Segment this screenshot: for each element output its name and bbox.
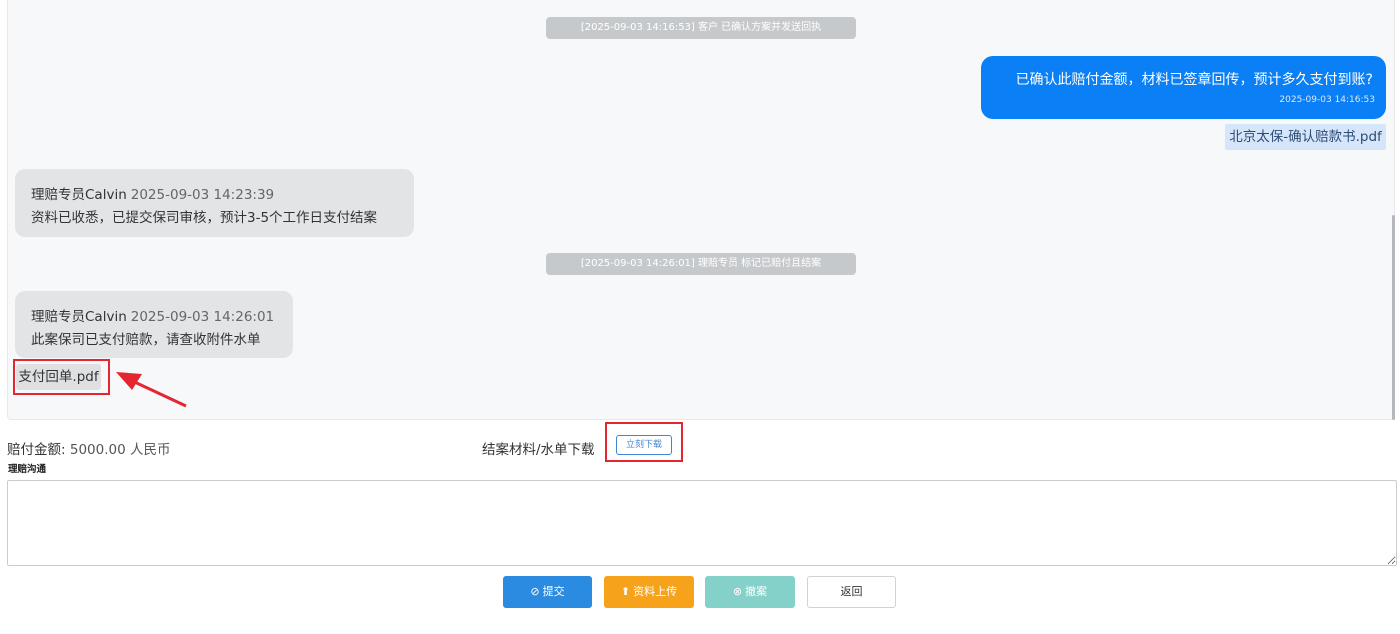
annotation-arrow <box>116 372 187 408</box>
amount-value: 5000.00 人民币 <box>69 442 171 458</box>
amount-row: 赔付金额: 5000.00 人民币 <box>7 438 170 458</box>
download-label: 结案材料/水单下载 <box>482 442 595 458</box>
agent-message-time: 2025-09-03 14:26:01 <box>130 309 275 325</box>
submit-button[interactable]: ⊘ 提交 <box>503 576 592 608</box>
communication-label: 理赔沟通 <box>8 464 47 475</box>
arrow-head <box>116 372 142 390</box>
customer-attachment-link[interactable]: 北京太保-确认赔款书.pdf <box>1225 124 1386 150</box>
agent-message-bubble: 理赔专员Calvin 2025-09-03 14:26:01 此案保司已支付赔款，… <box>15 291 293 358</box>
agent-sender: 理赔专员Calvin <box>31 309 127 325</box>
agent-message-header: 理赔专员Calvin 2025-09-03 14:23:39 <box>31 183 274 203</box>
highlight-box <box>13 359 110 395</box>
amount-label: 赔付金额: <box>7 442 66 458</box>
close-case-label: 撤案 <box>745 585 768 598</box>
back-button[interactable]: 返回 <box>807 576 896 608</box>
chat-scrollbar[interactable] <box>1392 215 1395 420</box>
agent-message-time: 2025-09-03 14:23:39 <box>130 187 275 203</box>
agent-message-header: 理赔专员Calvin 2025-09-03 14:26:01 <box>31 305 274 325</box>
submit-label: 提交 <box>542 585 565 598</box>
upload-button[interactable]: ⬆ 资料上传 <box>604 576 694 608</box>
customer-message-time: 2025-09-03 14:16:53 <box>1279 95 1375 105</box>
customer-message-text: 已确认此赔付金额，材料已签章回传，预计多久支付到账? <box>1015 72 1373 88</box>
check-circle-icon: ⊘ <box>530 585 540 598</box>
upload-icon: ⬆ <box>620 585 631 598</box>
upload-label: 资料上传 <box>633 585 678 598</box>
communication-input[interactable] <box>7 480 1397 566</box>
agent-sender: 理赔专员Calvin <box>31 187 127 203</box>
agent-message-text: 资料已收悉，已提交保司审核，预计3-5个工作日支付结案 <box>31 210 378 226</box>
close-case-button[interactable]: ⊗ 撤案 <box>705 576 795 608</box>
agent-message-bubble: 理赔专员Calvin 2025-09-03 14:23:39 资料已收悉，已提交保… <box>15 169 414 237</box>
highlight-box <box>605 422 683 462</box>
system-message: [2025-09-03 14:26:01] 理赔专员 标记已赔付且结案 <box>546 253 856 275</box>
agent-message-text: 此案保司已支付赔款，请查收附件水单 <box>31 332 261 348</box>
cancel-circle-icon: ⊗ <box>732 585 743 598</box>
customer-message-bubble: 已确认此赔付金额，材料已签章回传，预计多久支付到账? 2025-09-03 14… <box>981 56 1386 119</box>
system-message: [2025-09-03 14:16:53] 客户 已确认方案并发送回执 <box>546 17 856 39</box>
